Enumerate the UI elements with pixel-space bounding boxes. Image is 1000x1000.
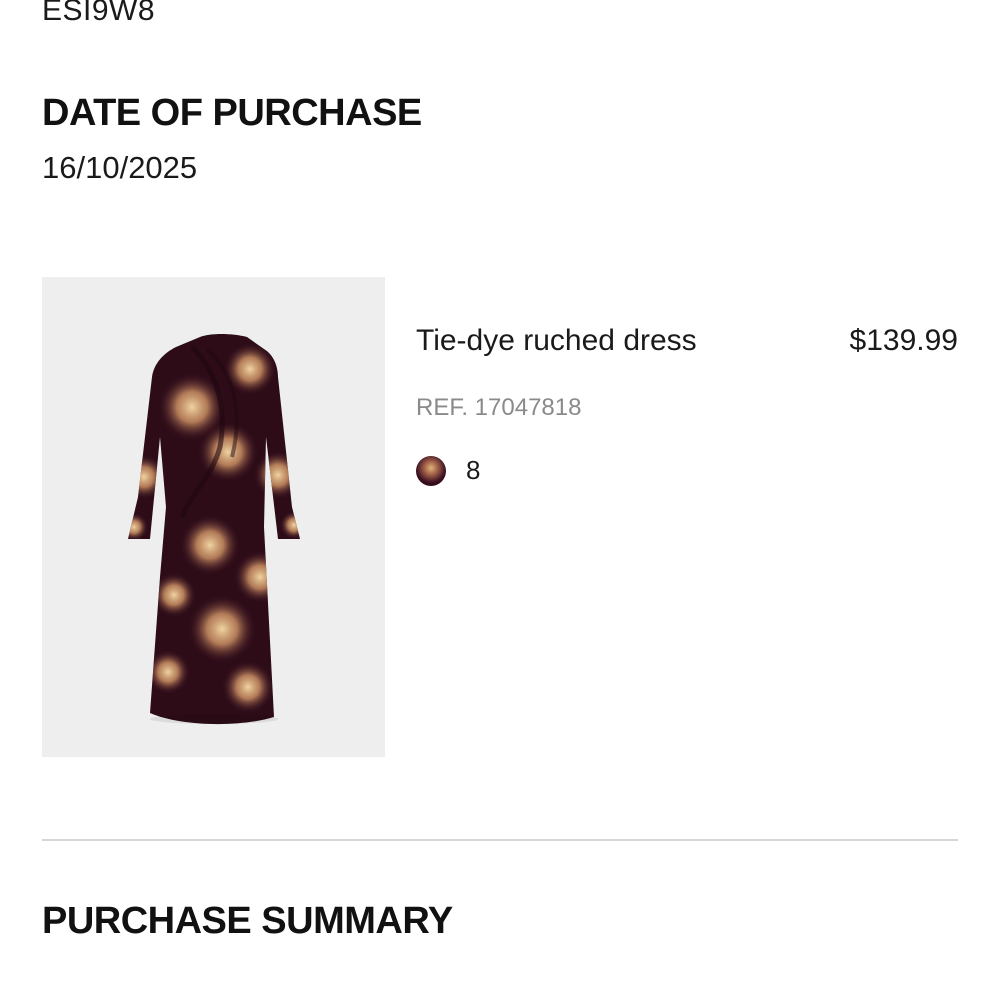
product-image[interactable] xyxy=(42,277,385,757)
date-of-purchase-value: 16/10/2025 xyxy=(42,150,198,185)
size-value: 8 xyxy=(466,455,481,485)
color-size-row: 8 xyxy=(416,455,480,486)
product-name[interactable]: Tie-dye ruched dress xyxy=(416,324,697,358)
date-of-purchase-title: DATE OF PURCHASE xyxy=(42,92,422,134)
section-divider xyxy=(42,839,958,841)
product-price: $139.99 xyxy=(849,324,958,357)
color-swatch xyxy=(416,455,446,486)
product-reference: REF. 17047818 xyxy=(416,394,582,421)
order-detail-page: ESI9W8 DATE OF PURCHASE 16/10/2025 Tie-d… xyxy=(0,0,1000,1000)
tie-dye-dress-image xyxy=(128,334,300,725)
purchase-summary-title: PURCHASE SUMMARY xyxy=(42,900,453,942)
order-code: ESI9W8 xyxy=(42,0,156,27)
